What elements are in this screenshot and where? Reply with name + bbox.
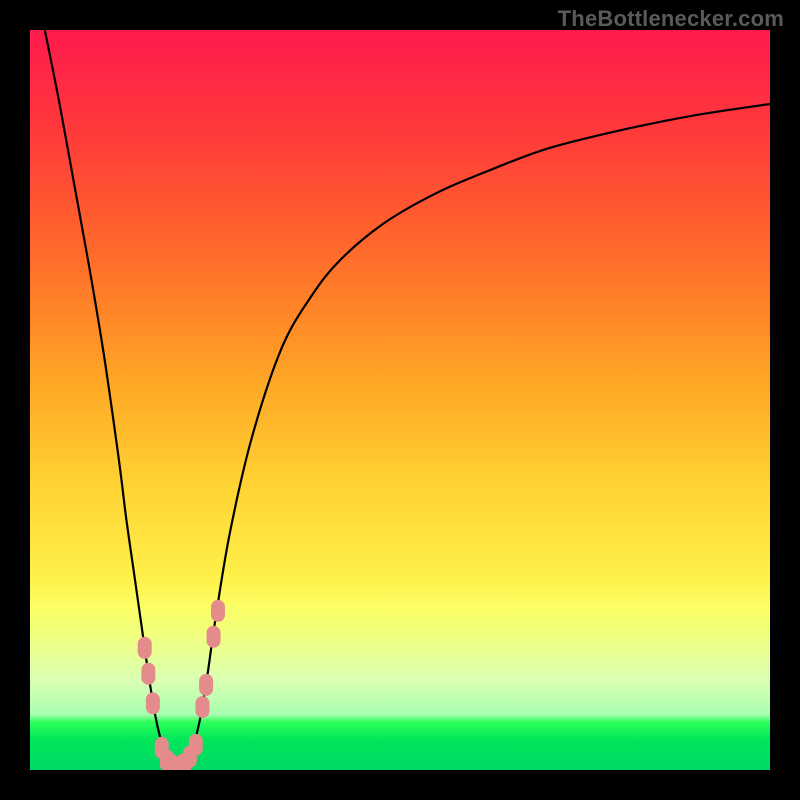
curve-marker	[160, 749, 174, 770]
chart-plot-area	[30, 30, 770, 770]
chart-frame: TheBottlenecker.com	[0, 0, 800, 800]
curve-marker	[199, 674, 213, 696]
curve-marker	[138, 637, 152, 659]
curve-marker	[146, 692, 160, 714]
curve-marker	[189, 734, 203, 756]
watermark-text: TheBottlenecker.com	[558, 6, 784, 32]
curve-marker	[183, 746, 197, 768]
curve-marker	[171, 757, 185, 770]
curve-marker	[211, 600, 225, 622]
chart-svg	[30, 30, 770, 770]
curve-marker	[141, 663, 155, 685]
curve-marker	[166, 755, 180, 770]
curve-marker	[195, 696, 209, 718]
curve-markers	[138, 600, 225, 770]
bottleneck-curve	[45, 30, 770, 770]
curve-marker	[177, 753, 191, 770]
curve-marker	[207, 626, 221, 648]
curve-marker	[155, 737, 169, 759]
